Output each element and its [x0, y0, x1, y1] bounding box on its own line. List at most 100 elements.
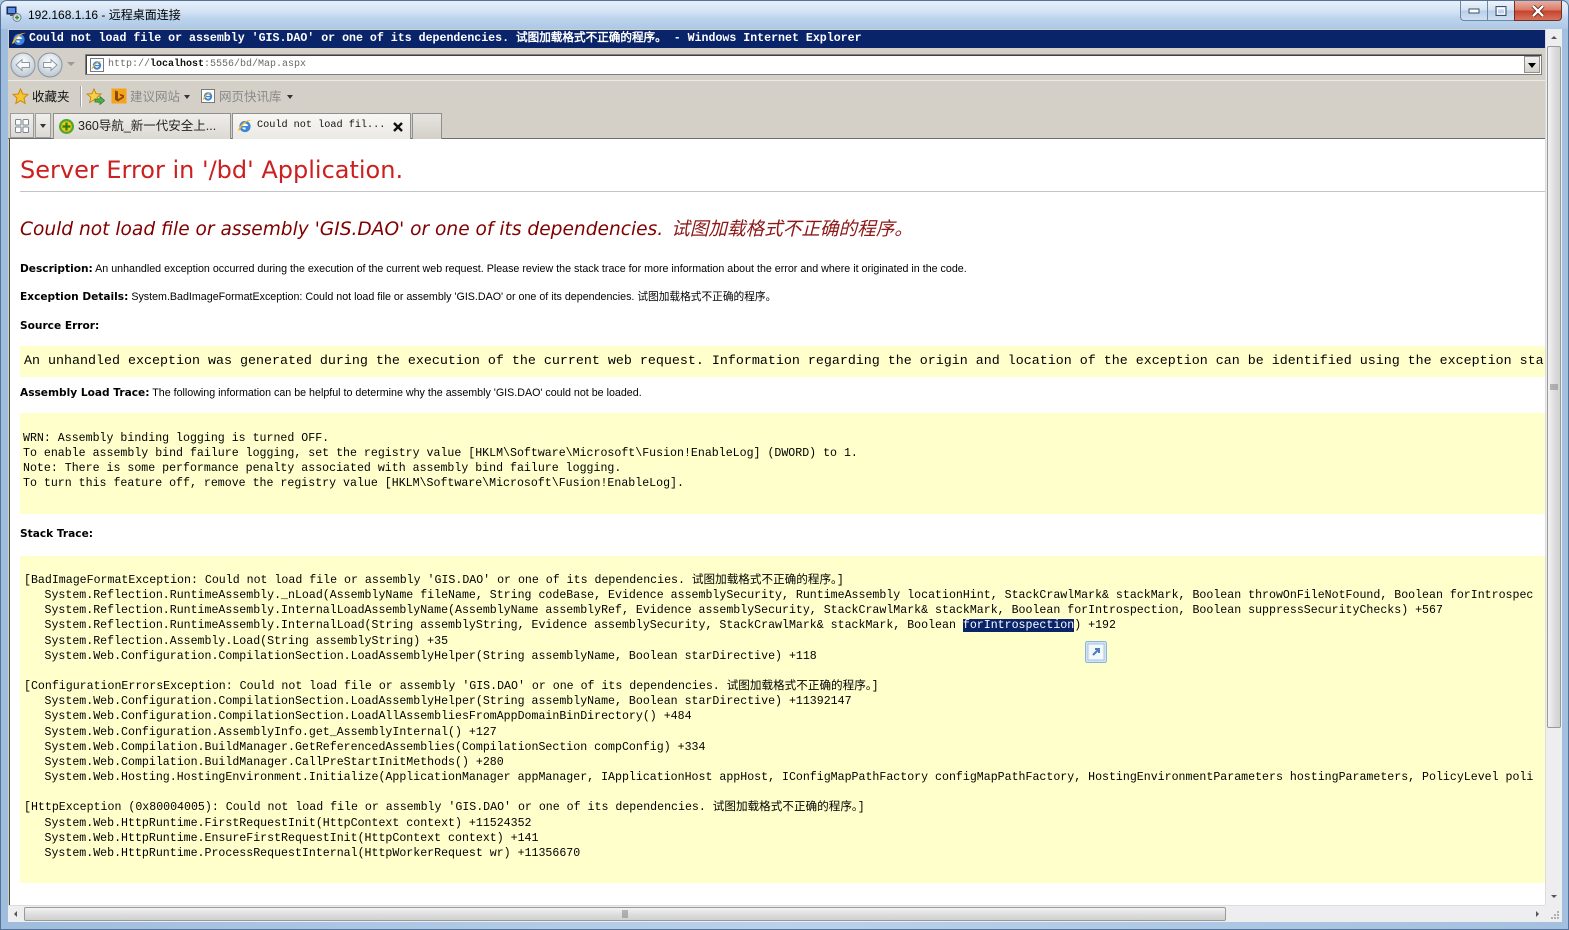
address-toolbar: http://localhost:5556/bd/Map.aspx [8, 49, 1545, 81]
stack-frame: System.Reflection.RuntimeAssembly._nLoad… [44, 589, 1534, 603]
scroll-right-arrow[interactable] [1529, 906, 1545, 923]
stack-trace-heading: Stack Trace: [20, 527, 93, 541]
url-path: :5556/bd/Map.aspx [204, 59, 307, 70]
web-slice-gallery-link[interactable]: 网页快讯库 [219, 89, 282, 105]
scroll-left-arrow[interactable] [8, 906, 24, 923]
toolbar-separator [80, 86, 82, 107]
remote-desktop-window: 192.168.1.16 - 远程桌面连接 Could not load fil… [0, 0, 1569, 930]
scroll-up-arrow[interactable] [1546, 29, 1562, 46]
accelerator-icon[interactable] [1085, 641, 1107, 663]
url-scheme: http:// [108, 59, 151, 70]
web-slice-gallery-icon [200, 88, 216, 109]
size-grip-icon [1551, 911, 1559, 919]
stack-frame: System.Web.Compilation.BuildManager.GetR… [44, 740, 706, 754]
chevron-down-icon[interactable] [184, 95, 190, 99]
stack-frame: System.Reflection.RuntimeAssembly.Intern… [44, 604, 1443, 618]
address-dropdown-button[interactable] [1524, 56, 1540, 73]
stack-frame: System.Web.Configuration.AssemblyInfo.ge… [44, 725, 497, 739]
close-window-button[interactable] [1514, 1, 1562, 21]
stack-frame: System.Reflection.RuntimeAssembly.Intern… [24, 618, 1545, 633]
favorites-button[interactable]: 收藏夹 [32, 89, 70, 105]
exception-header: [HttpException (0x80004005): Could not l… [24, 801, 865, 815]
tab-current-error-page[interactable]: Could not load fil... [232, 113, 411, 139]
minimize-icon [1468, 8, 1480, 13]
ie-window-title: Could not load file or assembly 'GIS.DAO… [29, 32, 862, 45]
address-bar[interactable]: http://localhost:5556/bd/Map.aspx [85, 54, 1542, 75]
log-line: Note: There is some performance penalty … [23, 462, 622, 475]
exception-header: [BadImageFormatException: Could not load… [24, 574, 844, 587]
horizontal-scrollbar[interactable] [8, 905, 1545, 922]
scroll-down-arrow[interactable] [1546, 888, 1562, 905]
minimize-button[interactable] [1460, 1, 1488, 21]
new-tab-button[interactable] [412, 113, 442, 139]
stack-frame: System.Web.HttpRuntime.FirstRequestInit(… [44, 816, 532, 830]
stack-trace-block: [HttpException (0x80004005): Could not l… [24, 800, 1545, 861]
suggested-sites-link[interactable]: 建议网站 [130, 89, 180, 105]
maximize-icon [1495, 5, 1507, 16]
log-line: To enable assembly bind failure logging,… [23, 447, 858, 460]
source-error-label: Source Error: [20, 320, 100, 332]
tab-list-dropdown[interactable] [35, 113, 51, 138]
grip-icon [1550, 384, 1558, 390]
stack-frame: System.Web.HttpRuntime.ProcessRequestInt… [44, 846, 581, 860]
stack-trace-block: [BadImageFormatException: Could not load… [24, 573, 1545, 664]
back-button[interactable] [10, 52, 36, 78]
vertical-scroll-thumb[interactable] [1547, 46, 1561, 728]
stack-frame: System.Web.Configuration.CompilationSect… [44, 695, 852, 709]
exception-details-text: System.BadImageFormatException: Could no… [131, 291, 777, 303]
vertical-scrollbar[interactable] [1545, 29, 1562, 905]
error-title: Could not load file or assembly 'GIS.DAO… [20, 218, 913, 242]
description-label: Description: [20, 263, 93, 275]
exception-details: Exception Details: System.BadImageFormat… [20, 290, 776, 304]
stack-frame: System.Reflection.Assembly.Load(String a… [44, 634, 449, 648]
stack-trace-block: [ConfigurationErrorsException: Could not… [24, 679, 1545, 785]
assembly-load-trace-box: WRN: Assembly binding logging is turned … [20, 413, 1545, 514]
add-to-favorites-icon[interactable] [85, 87, 106, 110]
resize-grip[interactable] [1545, 905, 1562, 922]
recent-pages-dropdown[interactable] [67, 62, 75, 66]
quick-tabs-icon [15, 119, 29, 133]
ie-titlebar[interactable]: Could not load file or assembly 'GIS.DAO… [9, 30, 1545, 48]
stack-frame-text: System.Reflection.RuntimeAssembly.Intern… [44, 619, 963, 633]
error-title-cn: 试图加载格式不正确的程序。 [671, 219, 913, 240]
divider [20, 191, 1545, 192]
close-tab-button[interactable] [392, 120, 404, 132]
page-icon [89, 57, 105, 78]
source-error-heading: Source Error: [20, 319, 99, 333]
stack-frame-text: ) +192 [1074, 619, 1116, 633]
rdp-window-title: 192.168.1.16 - 远程桌面连接 [28, 8, 181, 22]
remote-desktop-viewport: Could not load file or assembly 'GIS.DAO… [8, 29, 1545, 905]
stack-frame: System.Web.Configuration.CompilationSect… [44, 649, 817, 663]
rdp-titlebar[interactable]: 192.168.1.16 - 远程桌面连接 [1, 1, 1568, 29]
forward-arrow-icon [37, 52, 63, 78]
tab-360-navigation[interactable]: 360导航_新一代安全上... [53, 113, 231, 139]
maximize-button[interactable] [1487, 1, 1515, 21]
source-error-text: An unhandled exception was generated dur… [24, 354, 1544, 369]
page-content: Server Error in '/bd' Application. Could… [9, 139, 1545, 905]
error-title-text: Could not load file or assembly 'GIS.DAO… [20, 219, 664, 240]
description-text: An unhandled exception occurred during t… [95, 263, 967, 275]
chevron-down-icon[interactable] [287, 95, 293, 99]
assembly-load-trace-text: The following information can be helpful… [152, 387, 642, 399]
stack-trace-box: [BadImageFormatException: Could not load… [20, 556, 1545, 883]
remote-desktop-icon [6, 6, 22, 22]
grip-icon [622, 910, 628, 918]
selected-text[interactable]: forIntrospection [962, 619, 1075, 633]
forward-button[interactable] [37, 52, 63, 78]
description: Description: An unhandled exception occu… [20, 262, 967, 276]
back-arrow-icon [10, 52, 36, 78]
stack-trace-label: Stack Trace: [20, 528, 93, 540]
assembly-load-trace: Assembly Load Trace: The following infor… [20, 386, 642, 400]
favorites-star-icon[interactable] [11, 87, 30, 110]
page-title: Server Error in '/bd' Application. [20, 156, 404, 184]
exception-details-label: Exception Details: [20, 291, 129, 303]
address-url[interactable]: http://localhost:5556/bd/Map.aspx [108, 55, 306, 74]
stack-frame: System.Web.HttpRuntime.EnsureFirstReques… [44, 831, 539, 845]
horizontal-scroll-thumb[interactable] [24, 907, 1226, 921]
ie-page-icon [237, 118, 253, 139]
quick-tabs-button[interactable] [10, 113, 34, 138]
log-line: To turn this feature off, remove the reg… [23, 477, 684, 490]
assembly-load-trace-label: Assembly Load Trace: [20, 387, 150, 399]
close-icon [1531, 4, 1545, 17]
close-tab-icon [393, 122, 403, 132]
